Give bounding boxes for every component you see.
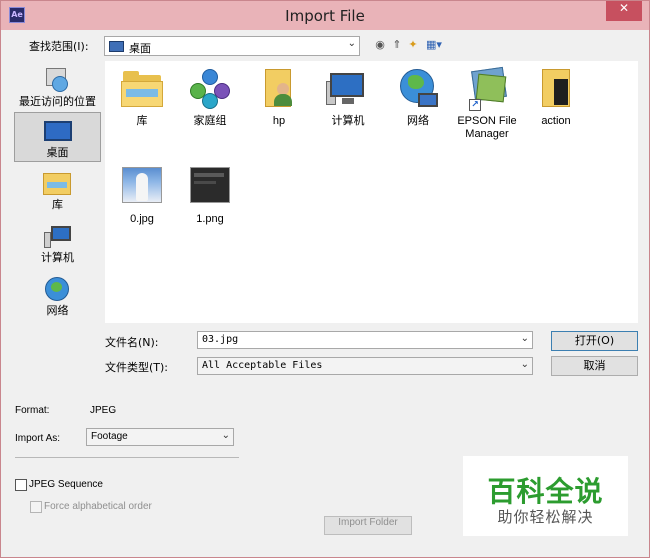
cancel-button[interactable]: 取消 bbox=[551, 356, 638, 376]
file-item-label: action bbox=[541, 115, 571, 127]
import-file-dialog: Ae Import File ✕ 查找范围(I): 桌面 ⌄ ◉ ⇑ ✦ ▦▾ … bbox=[0, 0, 650, 558]
place-libraries[interactable]: 库 bbox=[14, 165, 101, 215]
file-item-1-png[interactable]: 1.png bbox=[173, 165, 247, 226]
place-label: 最近访问的位置 bbox=[19, 95, 96, 108]
file-type-label: 文件类型(T): bbox=[105, 361, 169, 374]
place-label: 网络 bbox=[46, 304, 69, 317]
file-item-libraries[interactable]: 库 bbox=[105, 67, 179, 128]
look-in-value: 桌面 bbox=[129, 42, 151, 55]
libraries-icon bbox=[120, 67, 164, 111]
watermark: 百科全说 助你轻松解决 bbox=[463, 456, 628, 536]
file-item-label: 计算机 bbox=[331, 115, 365, 127]
place-network[interactable]: 网络 bbox=[14, 271, 101, 321]
file-item-action[interactable]: action bbox=[519, 67, 593, 128]
libraries-icon bbox=[42, 169, 72, 197]
image-thumbnail-icon bbox=[188, 165, 232, 209]
new-folder-icon[interactable]: ✦ bbox=[406, 38, 420, 52]
desktop-icon bbox=[109, 41, 124, 52]
file-type-select[interactable]: All Acceptable Files ⌄ bbox=[197, 357, 533, 375]
format-label: Format: bbox=[15, 405, 50, 416]
desktop-icon bbox=[43, 117, 73, 145]
place-computer[interactable]: 计算机 bbox=[14, 218, 101, 268]
import-as-select[interactable]: Footage ⌄ bbox=[86, 428, 234, 446]
up-folder-icon[interactable]: ⇑ bbox=[390, 38, 404, 52]
shortcut-icon: ↗ bbox=[465, 66, 509, 111]
close-button[interactable]: ✕ bbox=[606, 1, 642, 21]
shortcut-arrow-icon: ↗ bbox=[469, 99, 481, 111]
file-item-epson-file-manager[interactable]: ↗ EPSON File Manager bbox=[450, 66, 524, 141]
user-folder-icon bbox=[257, 67, 301, 111]
image-thumbnail-icon bbox=[120, 165, 164, 209]
watermark-title: 百科全说 bbox=[487, 475, 604, 508]
look-in-label: 查找范围(I): bbox=[29, 40, 89, 53]
open-button[interactable]: 打开(O) bbox=[551, 331, 638, 351]
file-item-label: hp bbox=[272, 115, 286, 127]
file-item-computer[interactable]: 计算机 bbox=[311, 67, 385, 128]
place-desktop[interactable]: 桌面 bbox=[14, 112, 101, 162]
place-label: 桌面 bbox=[46, 146, 69, 159]
network-icon bbox=[42, 275, 72, 303]
chevron-down-icon: ⌄ bbox=[347, 38, 356, 49]
file-item-label: 网络 bbox=[407, 115, 429, 127]
file-item-label: 1.png bbox=[196, 213, 224, 225]
file-item-homegroup[interactable]: 家庭组 bbox=[173, 67, 247, 128]
computer-icon bbox=[42, 222, 72, 250]
file-item-label: 家庭组 bbox=[193, 115, 227, 127]
watermark-subtitle: 助你轻松解决 bbox=[497, 508, 594, 526]
place-label: 库 bbox=[52, 198, 63, 211]
chevron-down-icon[interactable]: ⌄ bbox=[521, 333, 529, 344]
title-bar[interactable]: Ae Import File ✕ bbox=[1, 1, 649, 30]
computer-icon bbox=[326, 67, 370, 111]
divider bbox=[15, 457, 239, 458]
recent-places-icon bbox=[42, 66, 72, 94]
file-name-value: 03.jpg bbox=[202, 334, 239, 345]
import-folder-button[interactable]: Import Folder bbox=[324, 516, 412, 535]
file-item-hp[interactable]: hp bbox=[242, 67, 316, 128]
format-value: JPEG bbox=[90, 405, 117, 416]
view-menu-icon[interactable]: ▦▾ bbox=[423, 38, 445, 52]
back-icon[interactable]: ◉ bbox=[373, 38, 387, 52]
place-recent[interactable]: 最近访问的位置 bbox=[14, 62, 101, 112]
jpeg-sequence-checkbox[interactable] bbox=[15, 479, 27, 491]
chevron-down-icon: ⌄ bbox=[221, 430, 230, 441]
look-in-dropdown[interactable]: 桌面 ⌄ bbox=[104, 36, 360, 56]
folder-icon bbox=[534, 67, 578, 111]
import-as-label: Import As: bbox=[15, 433, 61, 444]
file-list-pane[interactable]: 库 家庭组 hp 计算机 网络 ↗ EPSON File Manager act… bbox=[105, 61, 638, 323]
force-alphabetical-checkbox[interactable] bbox=[30, 501, 42, 513]
file-type-value: All Acceptable Files bbox=[202, 360, 323, 371]
homegroup-icon bbox=[188, 67, 232, 111]
file-name-label: 文件名(N): bbox=[105, 336, 159, 349]
file-item-label: 0.jpg bbox=[130, 213, 154, 225]
window-title: Import File bbox=[285, 7, 365, 25]
place-label: 计算机 bbox=[41, 251, 74, 264]
file-item-0-jpg[interactable]: 0.jpg bbox=[105, 165, 179, 226]
file-item-label: 库 bbox=[136, 115, 148, 127]
file-item-label: EPSON File Manager bbox=[457, 115, 517, 140]
file-name-input[interactable]: 03.jpg ⌄ bbox=[197, 331, 533, 349]
import-as-value: Footage bbox=[91, 431, 128, 442]
chevron-down-icon: ⌄ bbox=[520, 359, 529, 370]
jpeg-sequence-label[interactable]: JPEG Sequence bbox=[29, 479, 103, 490]
file-item-network[interactable]: 网络 bbox=[381, 67, 455, 128]
places-bar: 最近访问的位置 桌面 库 计算机 网络 bbox=[14, 62, 101, 324]
network-icon bbox=[396, 67, 440, 111]
force-alphabetical-label[interactable]: Force alphabetical order bbox=[44, 501, 152, 512]
